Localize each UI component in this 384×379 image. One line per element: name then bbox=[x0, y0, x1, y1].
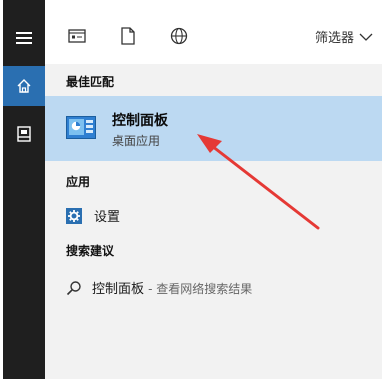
apps-heading: 应用 bbox=[66, 175, 91, 189]
hamburger-menu-button[interactable] bbox=[3, 18, 45, 58]
web-filter-button[interactable] bbox=[167, 24, 191, 48]
web-globe-icon bbox=[170, 27, 188, 45]
filter-label: 筛选器 bbox=[314, 31, 354, 46]
documents-icon bbox=[17, 126, 31, 142]
best-match-result[interactable]: 控制面板 桌面应用 bbox=[45, 96, 382, 161]
settings-gear-icon bbox=[66, 207, 82, 224]
home-button[interactable] bbox=[3, 66, 45, 106]
apps-filter-button[interactable] bbox=[65, 24, 89, 48]
filter-dropdown[interactable]: 筛选器 bbox=[315, 27, 373, 46]
app-item-settings[interactable]: 设置 bbox=[66, 206, 120, 225]
best-match-heading: 最佳匹配 bbox=[66, 75, 115, 89]
search-suggestions-heading: 搜索建议 bbox=[66, 244, 115, 258]
control-panel-icon bbox=[66, 116, 96, 139]
hamburger-menu-icon bbox=[16, 32, 32, 44]
best-match-title: 控制面板 bbox=[112, 113, 168, 129]
start-sidebar bbox=[3, 0, 45, 379]
search-results-panel: 筛选器 最佳匹配 控制面板 桌面应用 应用 设置 搜索建议 控制面板 - 查看网… bbox=[45, 0, 382, 379]
filter-toolbar: 筛选器 bbox=[45, 0, 382, 64]
documents-filter-button[interactable] bbox=[116, 24, 140, 48]
apps-icon bbox=[68, 29, 86, 43]
chevron-down-icon bbox=[359, 33, 373, 41]
suggestion-suffix: - 查看网络搜索结果 bbox=[148, 282, 253, 296]
documents-button[interactable] bbox=[3, 114, 45, 154]
app-item-label: 设置 bbox=[94, 210, 121, 225]
best-match-subtitle: 桌面应用 bbox=[112, 134, 161, 148]
search-icon bbox=[66, 280, 81, 295]
suggestion-item[interactable]: 控制面板 - 查看网络搜索结果 bbox=[66, 278, 252, 297]
suggestion-query: 控制面板 bbox=[92, 282, 145, 297]
document-icon bbox=[121, 27, 135, 45]
home-icon bbox=[17, 79, 31, 93]
